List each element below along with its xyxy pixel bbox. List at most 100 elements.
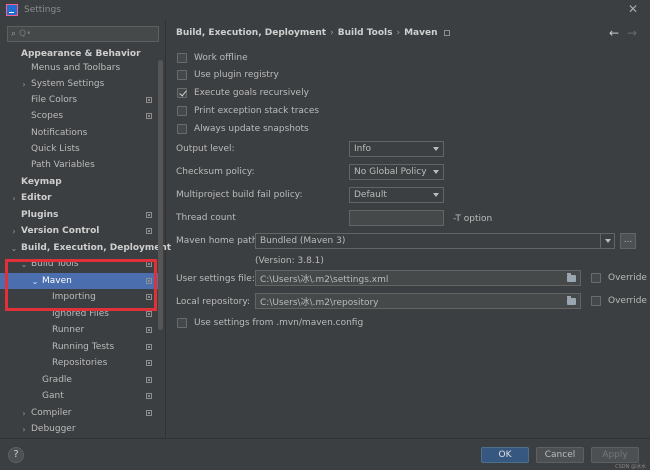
annotation-highlight-box bbox=[5, 259, 157, 311]
settings-sidebar: ⌕ Appearance & Behavior Menus and Toolba… bbox=[0, 20, 171, 438]
tree-item-system-settings[interactable]: › System Settings bbox=[0, 76, 158, 92]
breadcrumb-item: Maven bbox=[404, 28, 438, 38]
intellij-app-icon bbox=[6, 4, 18, 16]
sidebar-scrollbar[interactable] bbox=[158, 60, 163, 330]
use-plugin-registry-checkbox[interactable]: Use plugin registry bbox=[177, 68, 279, 82]
checksum-policy-value: No Global Policy bbox=[354, 167, 427, 177]
folder-icon[interactable] bbox=[567, 296, 576, 305]
project-level-icon bbox=[146, 228, 152, 234]
maven-home-value: Bundled (Maven 3) bbox=[260, 236, 346, 246]
output-level-value: Info bbox=[354, 144, 372, 154]
project-level-icon bbox=[146, 410, 152, 416]
tree-item-gant[interactable]: Gant bbox=[0, 388, 158, 404]
use-mvn-maven-config-checkbox[interactable]: Use settings from .mvn/maven.config bbox=[177, 316, 363, 330]
local-repository-label: Local repository: bbox=[176, 297, 251, 307]
tree-item-build-execution-deployment[interactable]: ⌄ Build, Execution, Deployment bbox=[0, 240, 171, 256]
maven-version: (Version: 3.8.1) bbox=[255, 256, 324, 266]
work-offline-checkbox[interactable]: Work offline bbox=[177, 51, 248, 65]
maven-home-browse-button[interactable]: ... bbox=[620, 233, 636, 249]
tree-item-quick-lists[interactable]: Quick Lists bbox=[0, 141, 158, 157]
chevron-right-icon[interactable]: › bbox=[20, 425, 28, 434]
local-repository-input[interactable]: C:\Users\冰\.m2\repository bbox=[255, 293, 581, 309]
tree-item-editor[interactable]: › Editor bbox=[0, 190, 158, 206]
chevron-down-icon bbox=[433, 193, 439, 197]
project-level-icon bbox=[146, 97, 152, 103]
window-title: Settings bbox=[24, 5, 61, 15]
breadcrumb-item: Build Tools bbox=[337, 28, 393, 38]
folder-icon[interactable] bbox=[567, 273, 576, 282]
checksum-policy-select[interactable]: No Global Policy bbox=[349, 164, 444, 180]
thread-count-input[interactable] bbox=[349, 210, 444, 226]
checkbox-box[interactable] bbox=[591, 296, 601, 306]
tree-item-repositories[interactable]: Repositories bbox=[0, 355, 158, 371]
tree-item-file-colors[interactable]: File Colors bbox=[0, 92, 158, 108]
chevron-right-icon[interactable]: › bbox=[10, 227, 18, 236]
chevron-down-icon[interactable]: ⌄ bbox=[10, 244, 18, 253]
tree-item-runner[interactable]: Runner bbox=[0, 322, 158, 338]
tree-item-path-variables[interactable]: Path Variables bbox=[0, 157, 158, 173]
tree-item-running-tests[interactable]: Running Tests bbox=[0, 339, 158, 355]
user-settings-override-checkbox[interactable]: Override bbox=[591, 271, 647, 285]
breadcrumb-separator: › bbox=[330, 28, 334, 38]
tree-item-debugger[interactable]: › Debugger bbox=[0, 421, 158, 437]
multiproject-fail-policy-select[interactable]: Default bbox=[349, 187, 444, 203]
checkbox-box[interactable] bbox=[177, 124, 187, 134]
always-update-snapshots-checkbox[interactable]: Always update snapshots bbox=[177, 122, 309, 136]
project-level-icon bbox=[146, 311, 152, 317]
tree-item-notifications[interactable]: Notifications bbox=[0, 125, 158, 141]
search-icon: ⌕ bbox=[11, 29, 17, 39]
help-button[interactable]: ? bbox=[8, 447, 24, 463]
breadcrumb: Build, Execution, Deployment › Build Tools… bbox=[176, 28, 450, 38]
project-level-icon bbox=[443, 30, 450, 36]
multiproject-fail-policy-label: Multiproject build fail policy: bbox=[176, 190, 303, 200]
chevron-right-icon[interactable]: › bbox=[20, 80, 28, 89]
back-arrow-icon[interactable]: ← bbox=[609, 26, 619, 40]
title-bar: Settings ✕ bbox=[0, 0, 650, 20]
chevron-right-icon[interactable]: › bbox=[10, 194, 18, 203]
project-level-icon bbox=[146, 212, 152, 218]
print-exception-checkbox[interactable]: Print exception stack traces bbox=[177, 104, 319, 118]
user-settings-value: C:\Users\冰\.m2\settings.xml bbox=[260, 274, 389, 285]
tree-item-compiler[interactable]: › Compiler bbox=[0, 405, 158, 421]
execute-goals-recursively-checkbox[interactable]: Execute goals recursively bbox=[177, 86, 309, 100]
checkbox-box[interactable] bbox=[177, 53, 187, 63]
project-level-icon bbox=[146, 327, 152, 333]
checkbox-box[interactable] bbox=[177, 318, 187, 328]
project-level-icon bbox=[146, 360, 152, 366]
forward-arrow-icon[interactable]: → bbox=[627, 26, 637, 40]
local-repository-override-checkbox[interactable]: Override bbox=[591, 294, 647, 308]
close-icon[interactable]: ✕ bbox=[628, 2, 638, 16]
breadcrumb-separator: › bbox=[396, 28, 401, 38]
tree-item-plugins[interactable]: Plugins bbox=[0, 207, 158, 223]
maven-home-label: Maven home path: bbox=[176, 236, 261, 246]
dialog-footer: ? OK Cancel Apply CSDN @冰水 bbox=[0, 438, 650, 470]
project-level-icon bbox=[146, 344, 152, 350]
apply-button[interactable]: Apply bbox=[591, 447, 639, 463]
chevron-down-icon bbox=[433, 170, 439, 174]
tree-item-scopes[interactable]: Scopes bbox=[0, 108, 158, 124]
output-level-select[interactable]: Info bbox=[349, 141, 444, 157]
chevron-right-icon[interactable]: › bbox=[20, 409, 28, 418]
tree-item-keymap[interactable]: Keymap bbox=[0, 174, 158, 190]
ok-button[interactable]: OK bbox=[481, 447, 529, 463]
user-settings-label: User settings file: bbox=[176, 274, 255, 284]
checkbox-box[interactable] bbox=[177, 106, 187, 116]
tree-item-menus-toolbars[interactable]: Menus and Toolbars bbox=[0, 60, 158, 76]
checkbox-box-checked[interactable] bbox=[177, 88, 187, 98]
thread-count-label: Thread count bbox=[176, 213, 236, 223]
multiproject-fail-policy-value: Default bbox=[354, 190, 387, 200]
local-repository-value: C:\Users\冰\.m2\repository bbox=[260, 297, 379, 308]
checkbox-box[interactable] bbox=[591, 273, 601, 283]
tree-item-version-control[interactable]: › Version Control bbox=[0, 223, 158, 239]
maven-home-select[interactable]: Bundled (Maven 3) bbox=[255, 233, 615, 249]
thread-count-hint: -T option bbox=[453, 214, 493, 224]
cancel-button[interactable]: Cancel bbox=[536, 447, 584, 463]
tree-item-gradle[interactable]: Gradle bbox=[0, 372, 158, 388]
checksum-policy-label: Checksum policy: bbox=[176, 167, 255, 177]
breadcrumb-item: Build, Execution, Deployment bbox=[176, 28, 327, 38]
chevron-down-icon[interactable] bbox=[600, 234, 614, 248]
user-settings-input[interactable]: C:\Users\冰\.m2\settings.xml bbox=[255, 270, 581, 286]
checkbox-box[interactable] bbox=[177, 70, 187, 80]
settings-search[interactable]: ⌕ bbox=[7, 26, 159, 42]
search-input[interactable] bbox=[19, 29, 150, 39]
